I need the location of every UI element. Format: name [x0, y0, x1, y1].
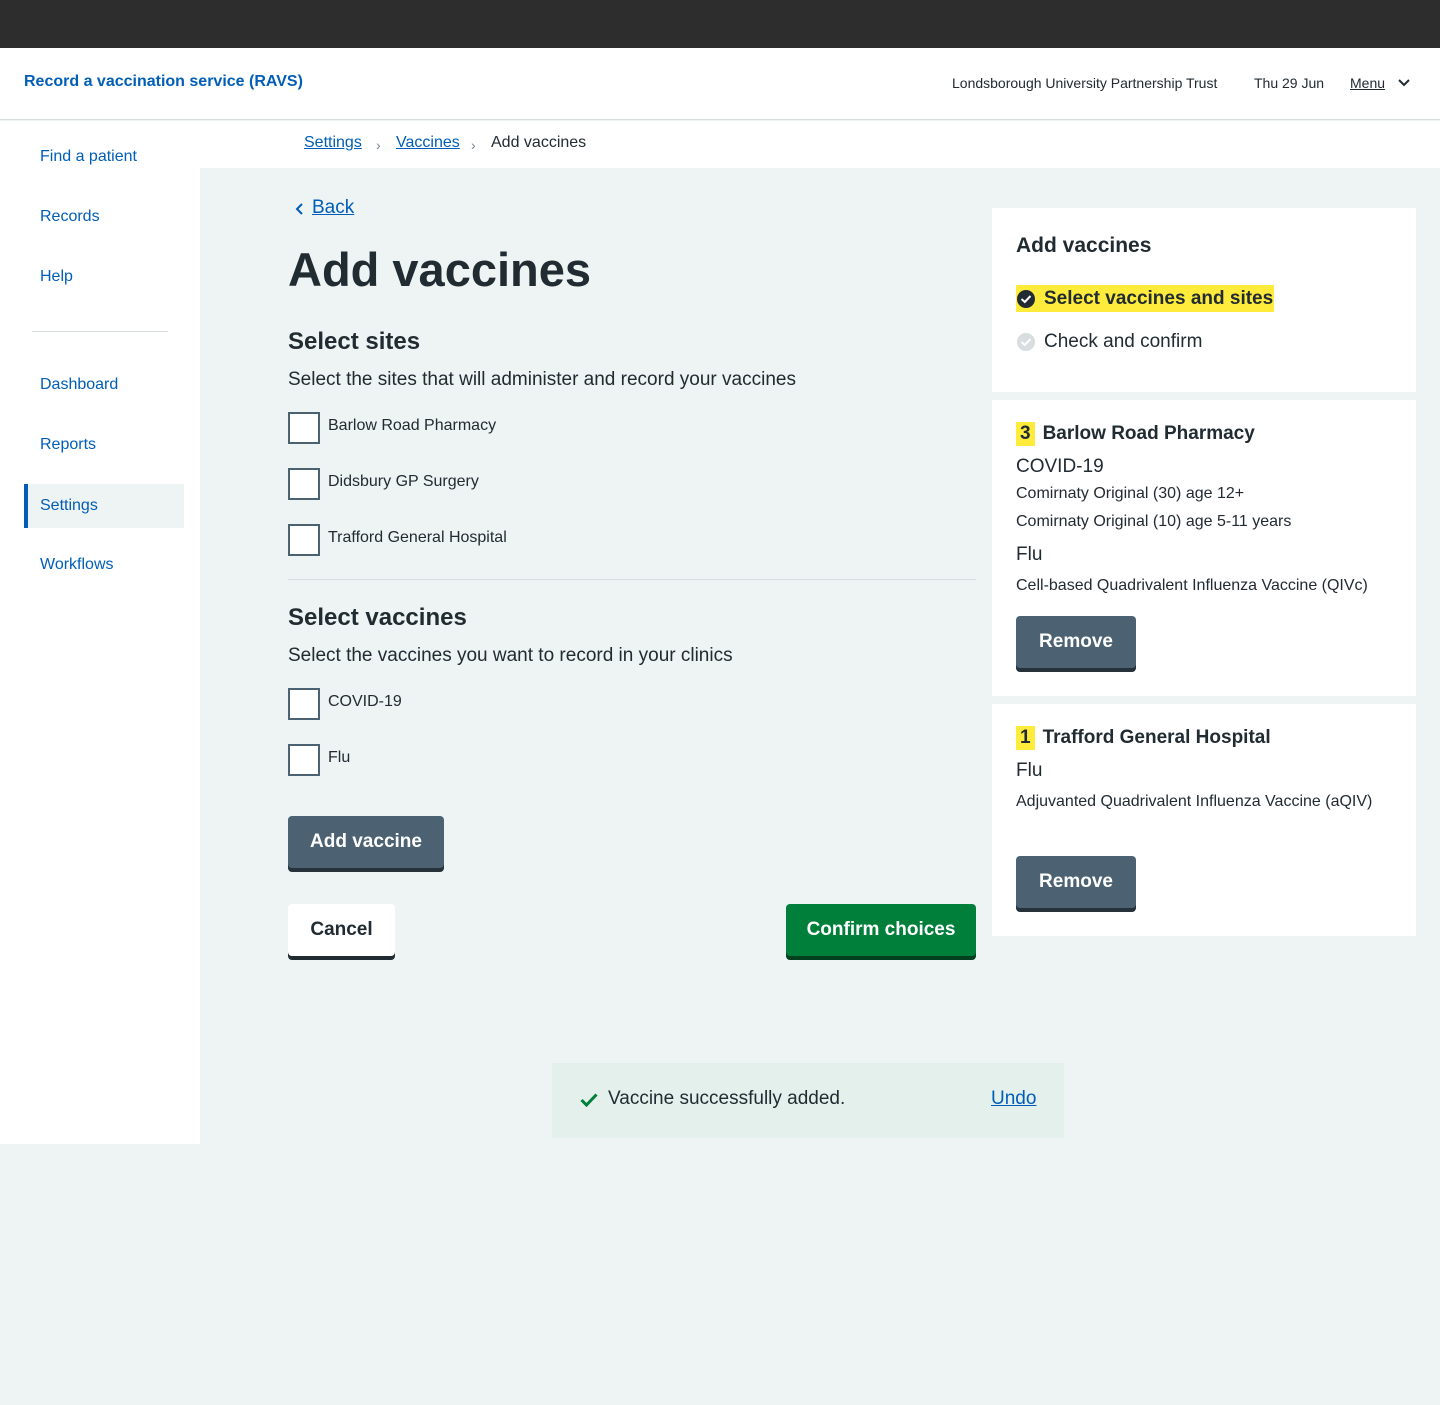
site-card-heading: 1 Trafford General Hospital: [1016, 726, 1271, 750]
sidebar-item-reports[interactable]: Reports: [24, 423, 184, 467]
notification-message: Vaccine successfully added.: [608, 1088, 846, 1109]
step-todo: Check and confirm: [1016, 331, 1202, 353]
site-card-barlow-road-pharmacy: 3 Barlow Road Pharmacy COVID-19 Comirnat…: [992, 400, 1416, 696]
site-name: Trafford General Hospital: [1042, 727, 1271, 748]
step-current: Select vaccines and sites: [1016, 285, 1275, 312]
tick-icon: [580, 1093, 598, 1107]
checkbox-covid-19[interactable]: [288, 688, 320, 720]
checkbox-label[interactable]: Barlow Road Pharmacy: [328, 417, 496, 435]
breadcrumb-separator-icon: ›: [376, 137, 381, 153]
service-name-link[interactable]: Record a vaccination service (RAVS): [24, 73, 303, 91]
site-name: Barlow Road Pharmacy: [1042, 423, 1255, 444]
select-sites-heading: Select sites: [288, 328, 421, 355]
page-title: Add vaccines: [288, 243, 592, 296]
vaccine-product: Comirnaty Original (30) age 12+: [1016, 485, 1245, 502]
vaccine-product: Cell-based Quadrivalent Influenza Vaccin…: [1016, 577, 1368, 594]
organisation-name: Londsborough University Partnership Trus…: [952, 75, 1218, 91]
checkbox-label[interactable]: COVID-19: [328, 693, 402, 711]
sidebar-divider: [32, 331, 168, 332]
check-circle-icon: [1017, 333, 1035, 351]
sidebar-item-help[interactable]: Help: [24, 255, 184, 299]
sidebar-item-workflows[interactable]: Workflows: [24, 543, 184, 587]
top-black-bar: [0, 0, 1440, 48]
chevron-down-icon[interactable]: [1397, 78, 1411, 88]
progress-card-title: Add vaccines: [1016, 234, 1152, 257]
checkbox-trafford-general-hospital[interactable]: [288, 524, 320, 556]
progress-card: Add vaccines Select vaccines and sites C…: [992, 208, 1416, 392]
step-label: Select vaccines and sites: [1044, 287, 1274, 309]
sidebar-item-dashboard[interactable]: Dashboard: [24, 363, 184, 407]
vaccine-product: Comirnaty Original (10) age 5-11 years: [1016, 513, 1292, 530]
breadcrumb: Settings › Vaccines › Add vaccines: [200, 121, 1440, 168]
vaccine-product: Adjuvanted Quadrivalent Influenza Vaccin…: [1016, 793, 1373, 810]
vaccine-name: COVID-19: [1016, 456, 1104, 477]
chevron-left-icon[interactable]: [294, 202, 304, 216]
confirm-choices-button[interactable]: Confirm choices: [786, 904, 976, 956]
header-date: Thu 29 Jun: [1254, 75, 1325, 91]
vaccine-count-badge: 3: [1016, 422, 1035, 446]
site-card-trafford-general-hospital: 1 Trafford General Hospital Flu Adjuvant…: [992, 704, 1416, 936]
breadcrumb-current: Add vaccines: [491, 134, 587, 151]
checkbox-barlow-road-pharmacy[interactable]: [288, 412, 320, 444]
section-divider: [288, 579, 976, 580]
checkbox-label[interactable]: Didsbury GP Surgery: [328, 473, 479, 491]
vaccine-name: Flu: [1016, 760, 1043, 781]
site-card-heading: 3 Barlow Road Pharmacy: [1016, 422, 1255, 446]
breadcrumb-vaccines[interactable]: Vaccines: [396, 134, 460, 152]
undo-link[interactable]: Undo: [991, 1088, 1036, 1110]
vaccine-name: Flu: [1016, 544, 1043, 565]
sidebar-nav: Find a patient Records Help Dashboard Re…: [0, 121, 200, 1144]
checkbox-didsbury-gp-surgery[interactable]: [288, 468, 320, 500]
sidebar-item-records[interactable]: Records: [24, 195, 184, 239]
remove-button[interactable]: Remove: [1016, 616, 1136, 668]
breadcrumb-separator-icon: ›: [471, 137, 476, 153]
select-vaccines-hint: Select the vaccines you want to record i…: [288, 645, 733, 666]
vaccine-count-badge: 1: [1016, 726, 1035, 750]
add-vaccine-button[interactable]: Add vaccine: [288, 816, 444, 868]
sidebar-item-settings[interactable]: Settings: [24, 484, 184, 528]
remove-button[interactable]: Remove: [1016, 856, 1136, 908]
breadcrumb-settings[interactable]: Settings: [304, 134, 362, 152]
checkbox-flu[interactable]: [288, 744, 320, 776]
checkbox-label[interactable]: Trafford General Hospital: [328, 529, 507, 547]
select-sites-hint: Select the sites that will administer an…: [288, 369, 796, 390]
step-label: Check and confirm: [1044, 331, 1203, 352]
menu-toggle[interactable]: Menu: [1350, 75, 1385, 91]
sidebar-item-find-a-patient[interactable]: Find a patient: [24, 135, 184, 179]
check-circle-icon: [1017, 289, 1035, 308]
cancel-button[interactable]: Cancel: [288, 904, 395, 956]
select-vaccines-heading: Select vaccines: [288, 604, 467, 631]
back-link[interactable]: Back: [312, 197, 354, 219]
checkbox-label[interactable]: Flu: [328, 749, 350, 767]
app-header: Record a vaccination service (RAVS) Lond…: [0, 48, 1440, 120]
